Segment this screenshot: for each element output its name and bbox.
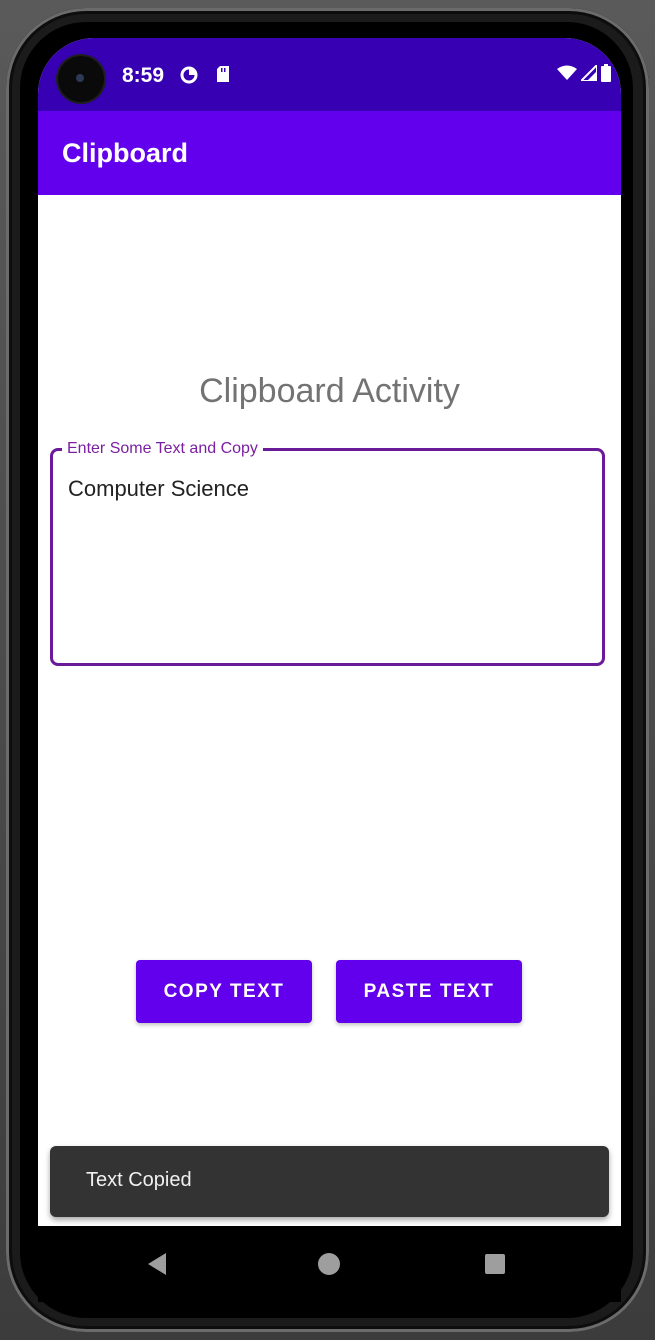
- navigation-bar: [38, 1226, 621, 1302]
- app-screen: 8:59 Clipboard Clipboard Activity Enter …: [38, 38, 621, 1248]
- app-bar-title: Clipboard: [62, 138, 188, 168]
- wifi-icon: [557, 65, 577, 80]
- sd-card-icon: [217, 66, 229, 82]
- front-camera: [58, 56, 104, 102]
- page-title: Clipboard Activity: [199, 372, 460, 410]
- status-indicators: [557, 64, 611, 82]
- snackbar-message: Text Copied: [86, 1169, 192, 1191]
- camera-lens: [76, 74, 84, 82]
- data-saver-icon: [180, 66, 198, 84]
- recents-icon[interactable]: [485, 1254, 505, 1274]
- back-icon[interactable]: [146, 1252, 168, 1276]
- copy-text-button[interactable]: COPY TEXT: [136, 960, 312, 1023]
- text-field-input[interactable]: Computer Science: [68, 476, 249, 502]
- paste-text-button[interactable]: PASTE TEXT: [336, 960, 522, 1023]
- battery-icon: [601, 64, 611, 82]
- signal-icon: [581, 65, 597, 81]
- home-icon[interactable]: [318, 1253, 340, 1275]
- snackbar: Text Copied: [50, 1146, 609, 1217]
- status-time: 8:59: [122, 64, 165, 87]
- text-field-label: Enter Some Text and Copy: [62, 439, 263, 459]
